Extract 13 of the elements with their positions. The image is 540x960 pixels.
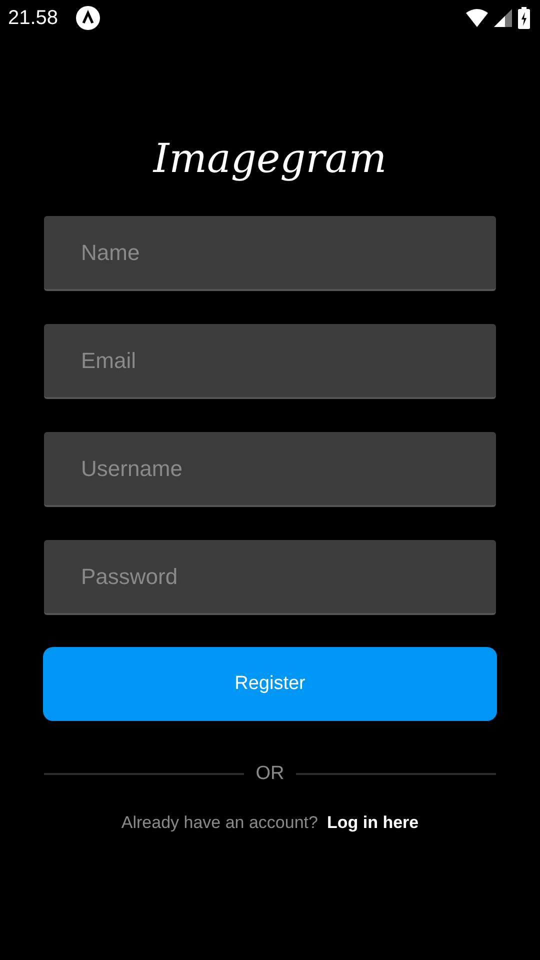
signal-icon (494, 9, 512, 27)
account-prompt: Already have an account? (121, 813, 318, 833)
app-notification-icon (76, 6, 100, 30)
text-field[interactable]: Name (44, 216, 496, 291)
divider-label: OR (256, 763, 284, 785)
status-time: 21.58 (8, 6, 58, 30)
text-field[interactable]: Email (44, 324, 496, 399)
wifi-icon (466, 9, 488, 27)
battery-icon (518, 7, 530, 29)
text-field[interactable]: Password (44, 540, 496, 615)
text-field[interactable]: Username (44, 432, 496, 507)
login-link[interactable]: Log in here (326, 813, 419, 833)
app-logo: Imagegram (153, 135, 387, 184)
